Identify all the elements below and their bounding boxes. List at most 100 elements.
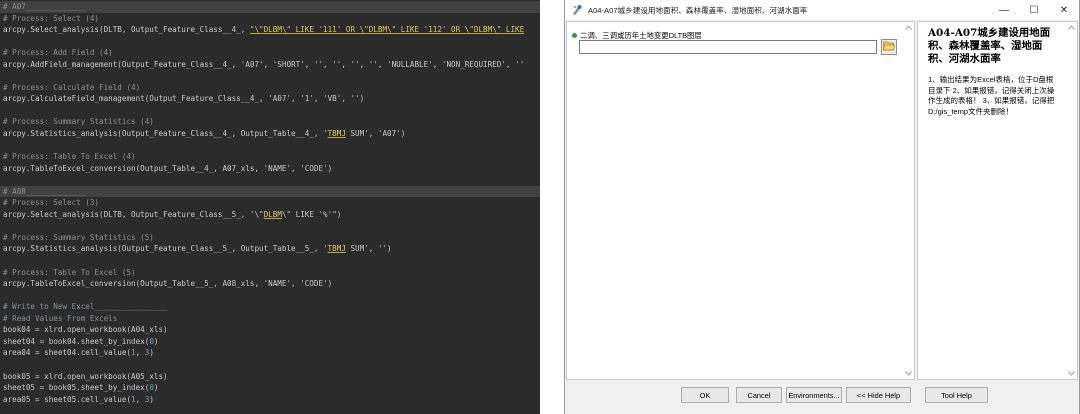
code-text: ) (149, 394, 154, 404)
dltb-layer-input[interactable] (579, 40, 877, 54)
code-line[interactable]: arcpy.Select_analysis(DLTB, Output_Featu… (0, 209, 540, 221)
code-text: SUM', '') (345, 244, 392, 254)
code-text: SUM', 'A07') (345, 129, 406, 139)
code-comment: # A07_____________ (3, 2, 86, 11)
code-string: "\"DLBM\" LIKE '111' OR \"DLBM\" LIKE '1… (249, 25, 525, 35)
code-line[interactable]: book04 = xlrd.open_workbook(A04_xls) (0, 324, 540, 336)
code-line[interactable] (0, 70, 540, 82)
code-line[interactable] (0, 359, 540, 371)
code-string: TBMJ (327, 129, 346, 139)
code-comment: # Process: Summary Statistics (4) (3, 117, 154, 127)
dialog-title: A04-A07城乡建设用地面积、森林覆盖率、湿地面积、河湖水面率 (588, 5, 808, 15)
code-text: \" LIKE '%'") (281, 209, 342, 219)
help-scrollbar[interactable] (1066, 22, 1077, 379)
code-line[interactable]: # Process: Select (4) (0, 13, 540, 25)
code-text: arcpy.CalculateField_management(Output_F… (3, 94, 365, 104)
params-scrollbar[interactable] (903, 22, 914, 379)
environments-button[interactable]: Environments... (786, 387, 842, 403)
code-comment: # Process: Select (3) (3, 198, 100, 208)
code-text: area04 = sheet04.cell_value( (3, 348, 132, 358)
required-dot-icon (572, 33, 577, 38)
code-text: ) (153, 383, 159, 393)
code-text: arcpy.TableToExcel_conversion(Output_Tab… (3, 163, 333, 173)
code-text: area05 = sheet05.cell_value( (3, 394, 132, 404)
code-comment: # A08_____________ (3, 186, 86, 196)
code-text: arcpy.Statistics_analysis(Output_Feature… (3, 244, 328, 254)
script-tool-icon (570, 3, 584, 17)
help-panel: A04-A07城乡建设用地面积、森林覆盖率、湿地面积、河湖水面率 1、输出结果为… (917, 21, 1078, 380)
code-line[interactable]: # A08_____________ (0, 185, 540, 198)
code-line[interactable]: # Process: Table To Excel (5) (0, 267, 540, 279)
code-line[interactable]: arcpy.CalculateField_management(Output_F… (0, 93, 540, 105)
code-text: ) (153, 336, 159, 346)
code-line[interactable] (0, 255, 540, 267)
code-line[interactable]: # Process: Table To Excel (4) (0, 151, 540, 163)
scroll-down-icon[interactable] (903, 368, 914, 379)
code-line[interactable]: arcpy.Statistics_analysis(Output_Feature… (0, 243, 540, 255)
code-comment: # Process: Select (4) (3, 13, 100, 23)
code-line[interactable]: sheet04 = book04.sheet_by_index(0) (0, 336, 540, 348)
ok-button[interactable]: OK (681, 387, 729, 403)
code-text: ) (149, 348, 154, 358)
code-line[interactable] (0, 174, 540, 186)
code-line[interactable]: arcpy.AddField_management(Output_Feature… (0, 59, 540, 71)
code-line[interactable] (0, 220, 540, 232)
scroll-up-icon[interactable] (903, 22, 914, 33)
code-line[interactable]: # Process: Summary Statistics (4) (0, 116, 540, 128)
code-line[interactable]: # Process: Summary Statistics (5) (0, 232, 540, 244)
code-text: sheet04 = book04.sheet_by_index( (3, 336, 150, 346)
cancel-button[interactable]: Cancel (736, 387, 782, 403)
tool-help-button[interactable]: Tool Help (925, 387, 988, 403)
code-line[interactable]: book05 = xlrd.open_workbook(A05_xls) (0, 371, 540, 383)
maximize-button[interactable]: ☐ (1019, 0, 1049, 20)
minimize-button[interactable]: — (989, 0, 1019, 20)
code-comment: # Read Values From Excels (3, 313, 118, 323)
dialog-titlebar[interactable]: A04-A07城乡建设用地面积、森林覆盖率、湿地面积、河湖水面率 — ☐ ✕ (565, 0, 1079, 20)
code-line[interactable]: # Read Values From Excels (0, 313, 540, 325)
close-button[interactable]: ✕ (1049, 0, 1079, 20)
code-line[interactable]: arcpy.Select_analysis(DLTB, Output_Featu… (0, 24, 540, 36)
parameters-panel: 二调、三调或历年土地变更DLTB图层 (566, 21, 915, 380)
code-comment: # Process: Table To Excel (5) (3, 267, 136, 277)
code-line[interactable]: area05 = sheet05.cell_value(1, 3) (0, 394, 540, 406)
code-editor[interactable]: # A07_____________ # Process: Select (4) a… (0, 0, 540, 414)
code-text: book04 = xlrd.open_workbook(A04_xls) (3, 325, 168, 335)
code-line[interactable]: arcpy.TableToExcel_conversion(Output_Tab… (0, 278, 540, 290)
help-scroll-down-icon[interactable] (1066, 368, 1077, 379)
tool-dialog: A04-A07城乡建设用地面积、森林覆盖率、湿地面积、河湖水面率 — ☐ ✕ 二… (564, 0, 1080, 414)
code-text: , (135, 394, 145, 404)
button-bar: OK Cancel Environments... << Hide Help T… (565, 381, 1079, 414)
open-folder-icon (883, 38, 895, 56)
code-line[interactable] (0, 140, 540, 152)
code-line[interactable]: arcpy.TableToExcel_conversion(Output_Tab… (0, 163, 540, 175)
help-scroll-up-icon[interactable] (1066, 22, 1077, 33)
code-comment: # Process: Summary Statistics (5) (3, 232, 154, 242)
code-comment: # Write to New Excel________________ (3, 302, 168, 312)
code-line[interactable]: # Process: Calculate Field (4) (0, 82, 540, 94)
code-text: arcpy.AddField_management(Output_Feature… (3, 59, 525, 69)
code-text: sheet05 = book05.sheet_by_index( (3, 383, 150, 393)
code-text: arcpy.TableToExcel_conversion(Output_Tab… (3, 279, 333, 289)
code-text: arcpy.Select_analysis(DLTB, Output_Featu… (3, 25, 250, 35)
code-line[interactable]: area04 = sheet04.cell_value(1, 3) (0, 347, 540, 359)
hide-help-button[interactable]: << Hide Help (846, 387, 911, 403)
code-line[interactable] (0, 290, 540, 302)
help-body: 1、输出结果为Excel表格，位于D盘根目录下 2、如果报错，记得关闭上次操作生… (928, 75, 1055, 116)
code-comment: # Process: Table To Excel (4) (3, 152, 136, 162)
code-comment: # Process: Add Field (4) (3, 48, 113, 58)
code-text: book05 = xlrd.open_workbook(A05_xls) (3, 371, 168, 381)
code-line[interactable]: # Write to New Excel________________ (0, 301, 540, 313)
code-line[interactable]: sheet05 = book05.sheet_by_index(0) (0, 382, 540, 394)
code-string: TBMJ (327, 244, 346, 254)
browse-button[interactable] (881, 39, 897, 55)
code-text: arcpy.Statistics_analysis(Output_Feature… (3, 129, 328, 139)
code-line[interactable]: # Process: Select (3) (0, 197, 540, 209)
help-title: A04-A07城乡建设用地面积、森林覆盖率、湿地面积、河湖水面率 (928, 27, 1051, 65)
code-line[interactable]: # A07_____________ (0, 1, 540, 13)
code-line[interactable]: arcpy.Statistics_analysis(Output_Feature… (0, 128, 540, 140)
code-line[interactable] (0, 105, 540, 117)
code-line[interactable]: # Process: Add Field (4) (0, 47, 540, 59)
code-text: arcpy.Select_analysis(DLTB, Output_Featu… (3, 209, 264, 219)
code-line[interactable] (0, 36, 540, 48)
code-string: DLBM (263, 209, 282, 219)
